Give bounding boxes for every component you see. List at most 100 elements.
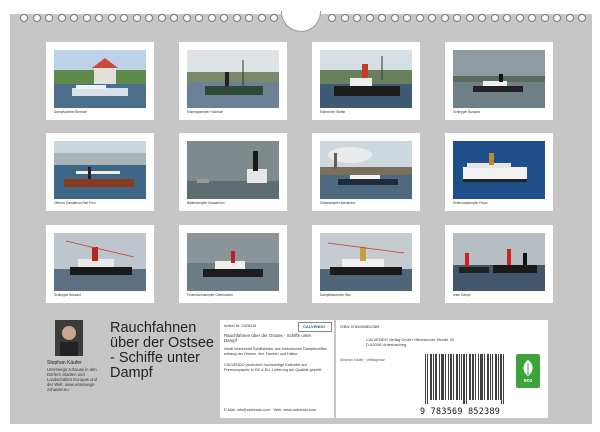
photo-card[interactable]: unter Dampf <box>445 225 553 303</box>
photo-card[interactable]: Schlepper Bussard <box>445 42 553 120</box>
photo-card[interactable]: Eisbrecher Stettin <box>312 42 420 120</box>
barcode-bar <box>487 354 488 400</box>
photo-caption: Bäderdampfer Schaarhörn <box>187 201 225 205</box>
binding-ring <box>107 14 116 22</box>
binding-ring <box>232 14 241 22</box>
photo-card[interactable]: Bäderdampfer Schaarhörn <box>179 133 287 211</box>
binding-ring <box>120 14 128 22</box>
barcode-bar <box>441 354 442 400</box>
binding-ring <box>220 14 228 22</box>
info-description: Inhalt beschreibt Schiffsbilder aus hist… <box>224 347 328 356</box>
author-photo <box>55 320 83 356</box>
barcode-bar <box>498 354 499 400</box>
barcode-bar <box>500 354 501 400</box>
ship-photo <box>187 233 279 291</box>
binding-ring <box>515 14 524 22</box>
calendar-back-page: Dampfschiebe Binnhöe Eisbergdampfer Hüdr… <box>0 0 600 432</box>
eco-badge: eco <box>516 354 540 388</box>
binding-ring <box>328 14 336 22</box>
calvendo-logo: CALVENDO <box>298 322 332 332</box>
binding-ring <box>553 14 561 22</box>
barcode-bar <box>463 354 464 404</box>
barcode-bar <box>466 354 467 404</box>
photo-card[interactable]: Feuerlöschdampfer Oberhausen <box>179 225 287 303</box>
photo-caption: Schlepper Bussard <box>54 293 81 297</box>
binding-ring <box>170 14 178 22</box>
photo-card[interactable]: Schlepper Bussard <box>46 225 154 303</box>
photo-card[interactable]: Eisbergdampfer Hüdrison <box>179 42 287 120</box>
info-panel: Artikel Nr. 2428416 Rauchfahnen über der… <box>220 320 334 418</box>
binding-ring <box>95 14 103 22</box>
barcode-bar <box>431 354 432 400</box>
barcode-bar <box>472 354 473 400</box>
barcode-bar <box>478 354 479 400</box>
binding-ring <box>365 14 374 22</box>
binding-ring <box>415 14 424 22</box>
ship-photo <box>320 233 412 291</box>
barcode-bar <box>443 354 444 400</box>
binding-ring <box>32 14 41 22</box>
ship-photo <box>453 233 545 291</box>
photo-caption: Offenes Dampfboot Reif Frun <box>54 201 96 205</box>
barcode-bar <box>451 354 452 400</box>
binding-ring <box>195 14 203 22</box>
binding-ring <box>540 14 549 22</box>
binding-ring <box>182 14 191 22</box>
photo-caption: Eisbergdampfer Hüdrison <box>187 110 224 114</box>
barcode-bar <box>461 354 462 400</box>
photo-card[interactable]: Dampfschiebe Binnhöe <box>46 42 154 120</box>
binding-ring <box>440 14 449 22</box>
photo-card[interactable]: Seitenraddampfer Freya <box>445 133 553 211</box>
photo-caption: Dampfschiebe Binnhöe <box>54 110 87 114</box>
publisher-address: CALVENDO Verlag GmbH Ottobrunner Straße … <box>366 337 454 347</box>
barcode-bar <box>436 354 437 400</box>
ship-photo <box>187 50 279 108</box>
binding-ring <box>45 14 53 22</box>
ship-photo <box>54 233 146 291</box>
binding-ring <box>390 14 399 22</box>
binding-ring <box>145 14 153 22</box>
photo-card[interactable]: Dampfeisbrecher Wal <box>312 225 420 303</box>
leaf-icon <box>523 360 533 376</box>
info-contact[interactable]: E-Mail: info@calvendo.com · Web: www.cal… <box>224 408 330 413</box>
barcode-bar <box>475 354 476 400</box>
binding-ring <box>20 14 28 22</box>
binding-ring <box>82 14 91 22</box>
barcode-bar <box>427 354 428 404</box>
barcode-bar <box>496 354 497 400</box>
ship-photo <box>453 141 545 199</box>
photo-caption: unter Dampf <box>453 293 471 297</box>
publisher-note: Stephan Käufer · Weltagentur <box>340 358 385 362</box>
barcode-bar <box>456 354 457 400</box>
binding-ring <box>132 14 141 22</box>
ship-photo <box>320 50 412 108</box>
barcode-bar <box>501 354 502 404</box>
photo-card[interactable]: Salondampfer Alexandra <box>312 133 420 211</box>
barcode-bar <box>482 354 483 400</box>
barcode-bar <box>445 354 446 400</box>
barcode-bar <box>503 354 504 404</box>
binding-ring <box>340 14 349 22</box>
binding-ring <box>453 14 461 22</box>
calendar-title: Rauchfahnen über der Ostsee - Schiffe un… <box>110 320 214 381</box>
barcode-bar <box>459 354 460 400</box>
barcode-bar <box>470 354 471 400</box>
photo-card[interactable]: Offenes Dampfboot Reif Frun <box>46 133 154 211</box>
binding-ring <box>245 14 253 22</box>
author-name: Stephan Käufer <box>47 360 82 366</box>
photo-caption: Feuerlöschdampfer Oberhausen <box>187 293 233 297</box>
barcode-bar <box>490 354 491 400</box>
binding-ring <box>70 14 78 22</box>
barcode <box>424 354 506 408</box>
binding-ring <box>565 14 574 22</box>
binding-ring <box>578 14 586 22</box>
binding-ring <box>57 14 66 22</box>
barcode-bar <box>442 354 443 400</box>
binding-ring <box>478 14 486 22</box>
barcode-bar <box>469 354 470 400</box>
photo-caption: Seitenraddampfer Freya <box>453 201 488 205</box>
article-number: Artikel Nr. 2428416 <box>224 324 257 328</box>
info-quality-note: CALVENDO produziert hochwertige Kalender… <box>224 363 323 372</box>
binding-ring <box>528 14 536 22</box>
binding-ring <box>157 14 166 22</box>
